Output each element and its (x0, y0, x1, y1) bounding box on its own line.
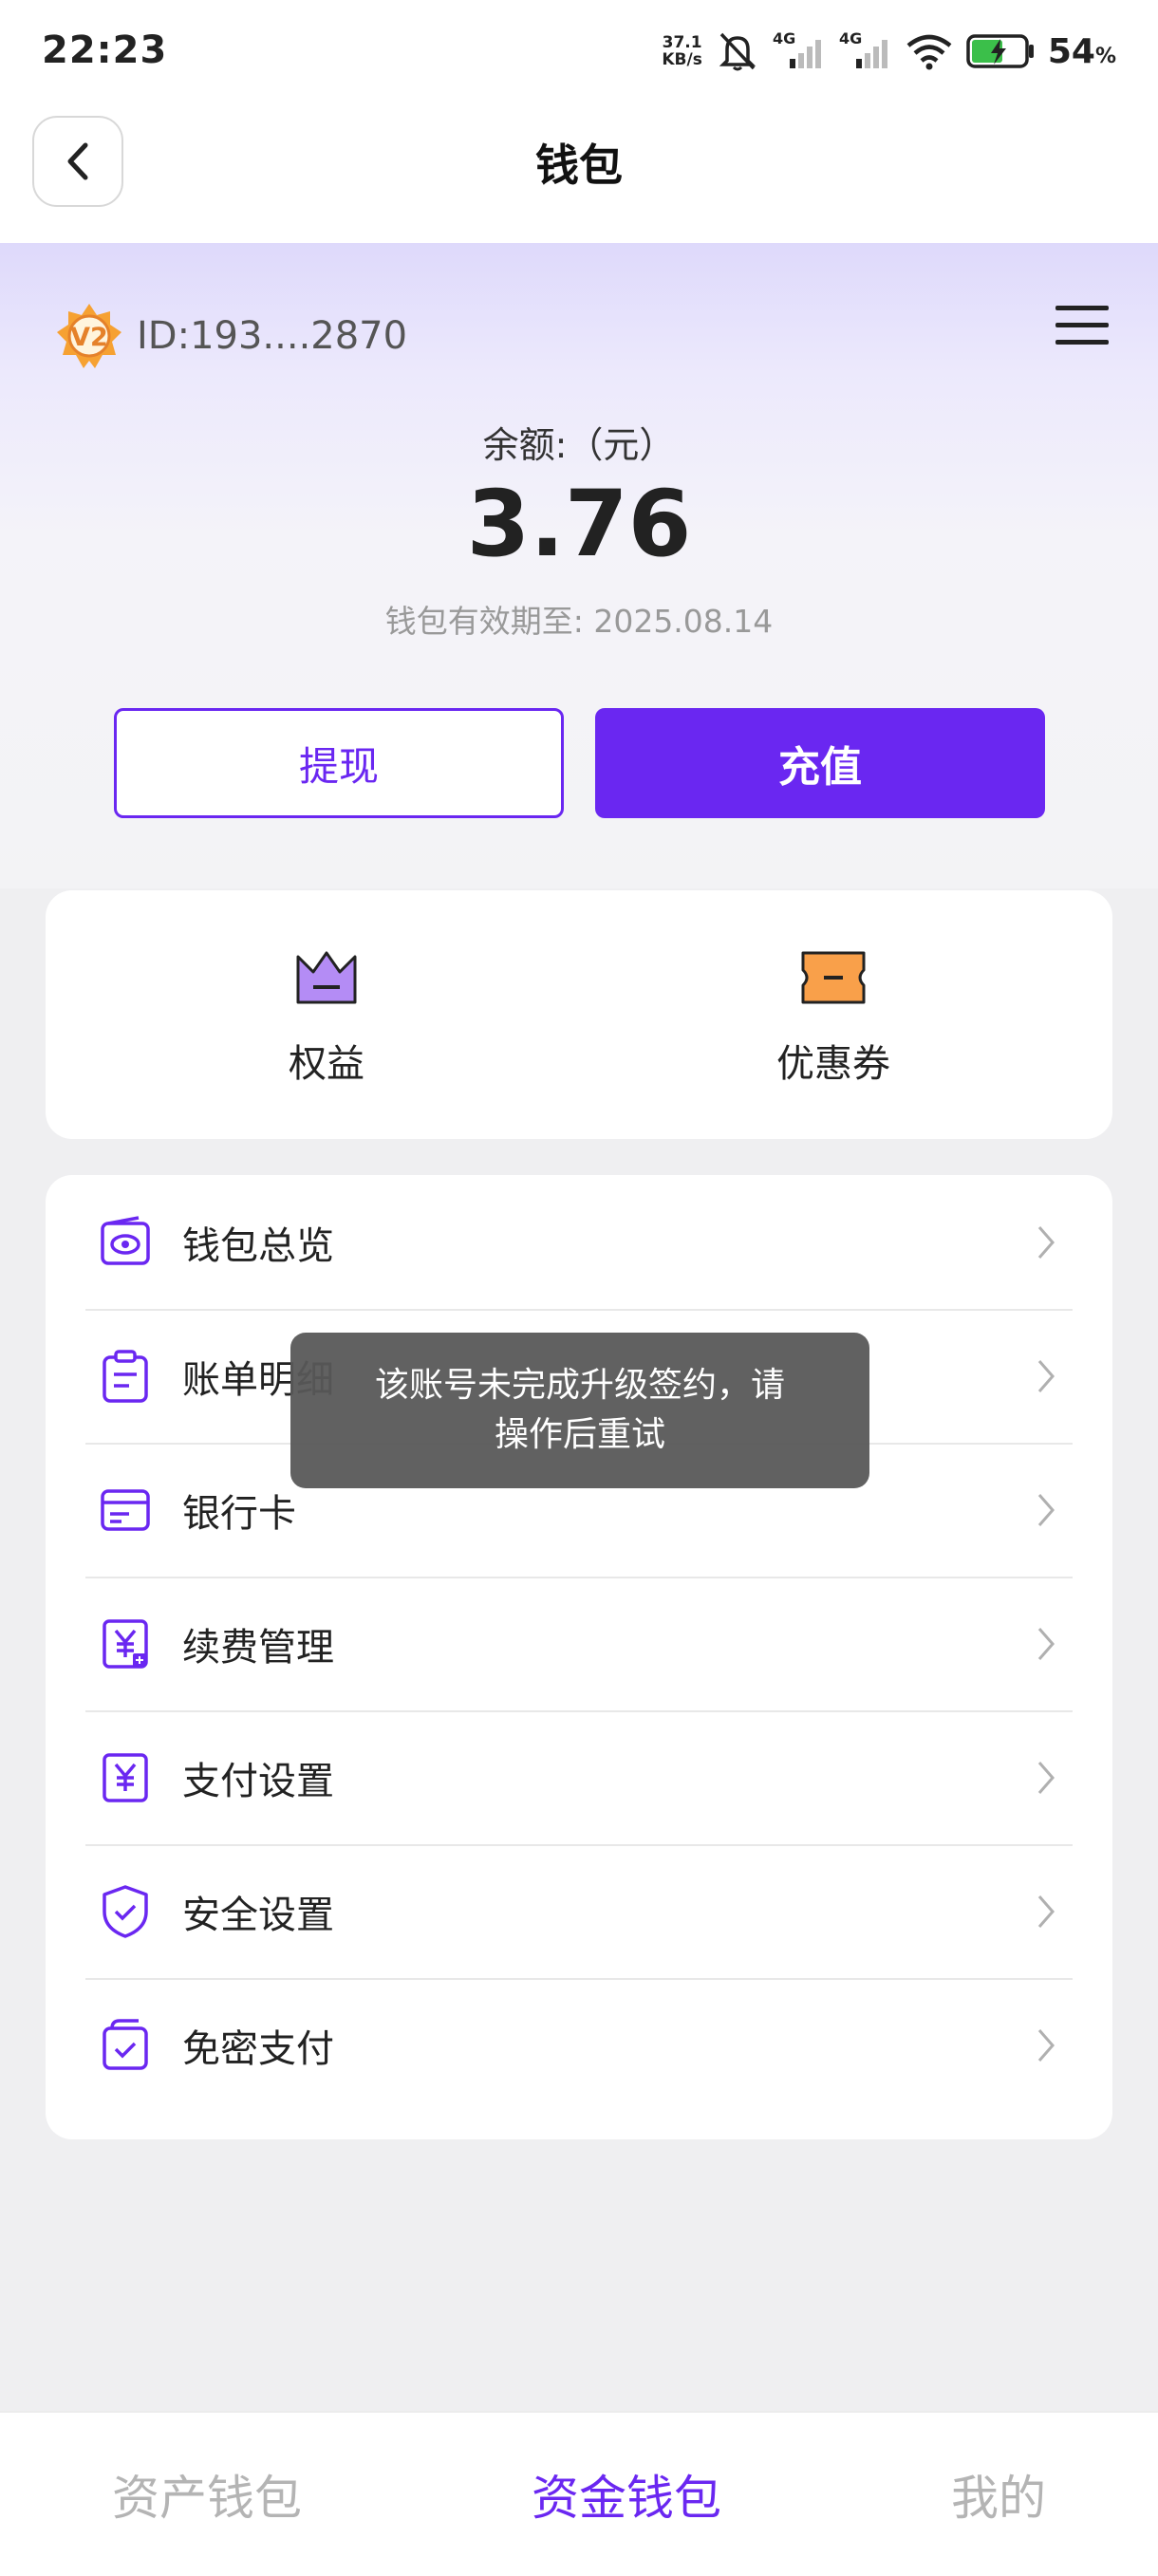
battery-unit: % (1094, 44, 1116, 68)
toast-line-1: 该账号未完成升级签约，请 (374, 1366, 785, 1405)
account-row: V2 ID:193....2870 (55, 302, 407, 370)
status-bar: 22:23 37.1 KB/s 4G 4G 54% (0, 0, 1158, 103)
coupon-icon (801, 951, 866, 1004)
tab-fund-wallet[interactable]: 资金钱包 (532, 2460, 721, 2529)
toast-line-2: 操作后重试 (494, 1415, 665, 1454)
list-item-label: 银行卡 (182, 1491, 296, 1536)
chevron-right-icon (1037, 2028, 1055, 2062)
wallet-hero: V2 ID:193....2870 余额:（元） 3.76 钱包有效期至: 20… (0, 243, 1158, 888)
chevron-right-icon (1037, 1627, 1055, 1660)
signal-sim1-icon: 4G (773, 30, 821, 68)
bank-card-icon (101, 1488, 150, 1531)
coupon-label: 优惠券 (776, 1042, 890, 1086)
chevron-right-icon (1037, 1761, 1055, 1794)
chevron-right-icon (1037, 1359, 1055, 1392)
list-item-security-settings[interactable]: 安全设置 (85, 1844, 1073, 1978)
toast-message: 该账号未完成升级签约，请 操作后重试 (290, 1333, 869, 1488)
sim1-label: 4G (773, 30, 795, 47)
renewal-yen-icon (103, 1618, 148, 1669)
wallet-eye-icon (101, 1215, 150, 1265)
wallet-menu-list: 钱包总览 账单明细 银行卡 续费管理 支付设置 安全设置 免密支付 (46, 1175, 1112, 2139)
list-item-renewal-management[interactable]: 续费管理 (85, 1577, 1073, 1710)
list-item-label: 免密支付 (182, 2026, 334, 2071)
list-item-password-free-payment[interactable]: 免密支付 (85, 1978, 1073, 2112)
benefits-label: 权益 (289, 1042, 364, 1086)
hamburger-menu-icon[interactable] (1054, 302, 1111, 349)
status-time: 22:23 (42, 28, 168, 72)
app-header: 钱包 (0, 103, 1158, 243)
balance-label: 余额:（元） (482, 424, 676, 466)
list-item-label: 续费管理 (182, 1625, 334, 1670)
tab-mine[interactable]: 我的 (951, 2460, 1046, 2529)
password-free-icon (103, 2018, 148, 2070)
bottom-navigation: 资产钱包 资金钱包 我的 (0, 2411, 1158, 2576)
recharge-button[interactable]: 充值 (595, 708, 1045, 818)
crown-icon (296, 951, 357, 1004)
chevron-right-icon (1037, 1225, 1055, 1259)
list-item-wallet-overview[interactable]: 钱包总览 (85, 1175, 1073, 1309)
vip-badge-text: V2 (70, 323, 108, 352)
battery-percent: 54% (1048, 32, 1116, 71)
signal-sim2-icon: 4G (839, 30, 887, 68)
status-icons: 37.1 KB/s 4G 4G 54% (662, 27, 1116, 76)
network-speed: 37.1 KB/s (662, 34, 701, 68)
list-item-label: 支付设置 (182, 1759, 334, 1803)
withdraw-button[interactable]: 提现 (114, 708, 564, 818)
vip-badge-icon: V2 (57, 304, 121, 368)
list-item-label: 安全设置 (182, 1893, 334, 1937)
chevron-right-icon (1037, 1895, 1055, 1928)
battery-value: 54 (1047, 31, 1095, 71)
page-title: 钱包 (535, 140, 623, 191)
coupon-entry[interactable]: 优惠券 (691, 943, 976, 1088)
mute-bell-icon (719, 32, 756, 71)
balance-value: 3.76 (466, 471, 692, 577)
sim2-label: 4G (839, 30, 862, 47)
network-speed-unit: KB/s (662, 50, 702, 69)
battery-charging-icon (966, 34, 1034, 68)
tab-asset-wallet[interactable]: 资产钱包 (112, 2460, 302, 2529)
shield-check-icon (103, 1884, 148, 1938)
wallet-validity: 钱包有效期至: 2025.08.14 (384, 603, 774, 640)
wifi-icon (906, 34, 952, 70)
user-id: ID:193....2870 (137, 314, 408, 358)
benefits-entry[interactable]: 权益 (184, 943, 469, 1088)
list-item-label: 钱包总览 (182, 1223, 334, 1268)
list-item-payment-settings[interactable]: 支付设置 (85, 1710, 1073, 1844)
quick-actions-card: 权益 优惠券 (46, 890, 1112, 1139)
chevron-right-icon (1037, 1493, 1055, 1526)
bill-clipboard-icon (103, 1349, 148, 1403)
payment-yen-icon (103, 1752, 148, 1802)
network-speed-value: 37.1 (662, 33, 702, 52)
